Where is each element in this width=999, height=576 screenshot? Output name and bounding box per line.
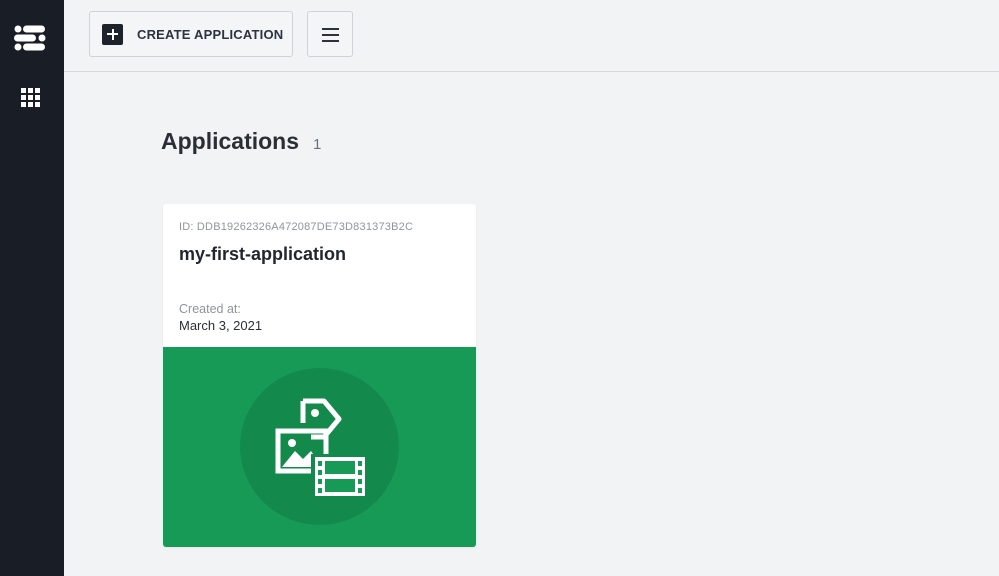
created-at-label: Created at:: [179, 302, 241, 316]
brand-logo-icon[interactable]: [12, 18, 50, 58]
page-heading: Applications 1: [161, 128, 321, 155]
menu-button[interactable]: [307, 11, 353, 57]
application-name[interactable]: my-first-application: [179, 244, 346, 265]
create-application-label: CREATE APPLICATION: [137, 26, 284, 42]
apps-grid-icon[interactable]: [21, 88, 40, 107]
sidebar: [0, 0, 64, 576]
created-at-date: March 3, 2021: [179, 318, 263, 333]
create-application-button[interactable]: CREATE APPLICATION: [89, 11, 293, 57]
application-id: ID: DDB19262326A472087DE73D831373B2C: [179, 221, 414, 233]
application-banner: [163, 347, 476, 547]
media-tag-icon: [275, 398, 367, 499]
plus-icon: [102, 23, 123, 45]
applications-count: 1: [313, 136, 322, 153]
top-toolbar: CREATE APPLICATION: [64, 0, 999, 72]
page-title: Applications: [161, 128, 300, 154]
application-card[interactable]: ID: DDB19262326A472087DE73D831373B2C my-…: [163, 204, 476, 547]
